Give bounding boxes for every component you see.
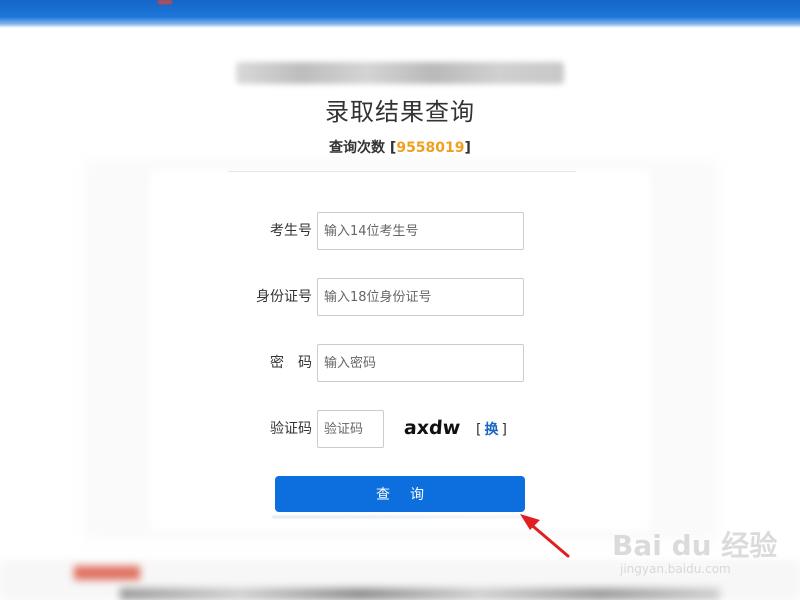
title-divider bbox=[228, 171, 576, 172]
password-input[interactable] bbox=[317, 344, 524, 382]
exam-number-label: 考生号 bbox=[270, 223, 312, 239]
captcha-refresh-link[interactable]: [换] bbox=[476, 419, 507, 439]
captcha-input[interactable] bbox=[317, 410, 384, 448]
query-count-bracket-close: ] bbox=[464, 140, 471, 156]
top-bar-blurred-mark bbox=[158, 0, 172, 4]
watermark-url: jingyan.baidu.com bbox=[620, 562, 731, 576]
id-number-input[interactable] bbox=[317, 278, 524, 316]
query-count-value: 9558019 bbox=[396, 140, 465, 156]
baidu-jingyan-watermark: Bai du 经验 jingyan.baidu.com bbox=[612, 514, 782, 584]
query-count-label: 查询次数 bbox=[329, 140, 386, 156]
captcha-label: 验证码 bbox=[270, 421, 312, 437]
blurred-footer-red-text bbox=[74, 566, 140, 580]
red-arrow-icon bbox=[520, 514, 570, 558]
blurred-site-title bbox=[236, 62, 564, 84]
button-underline-blur bbox=[272, 516, 528, 518]
top-navigation-bar bbox=[0, 0, 800, 28]
captcha-image[interactable]: axdw bbox=[403, 416, 465, 440]
blurred-footer-text bbox=[120, 588, 720, 600]
captcha-refresh-bracket-open: [ bbox=[476, 422, 482, 438]
page-title: 录取结果查询 bbox=[325, 98, 475, 126]
watermark-text: Bai du 经验 bbox=[612, 529, 778, 562]
password-label: 密 码 bbox=[270, 355, 312, 371]
query-count: 查询次数 [9558019] bbox=[0, 137, 800, 157]
page: 录取结果查询 查询次数 [9558019] 考生号 身份证号 密 码 验证码 a… bbox=[0, 0, 800, 600]
id-number-label: 身份证号 bbox=[256, 289, 312, 305]
exam-number-input[interactable] bbox=[317, 212, 524, 250]
submit-query-button[interactable]: 查询 bbox=[275, 476, 525, 512]
captcha-refresh-bracket-close: ] bbox=[501, 422, 507, 438]
captcha-refresh-label[interactable]: 换 bbox=[484, 422, 498, 438]
